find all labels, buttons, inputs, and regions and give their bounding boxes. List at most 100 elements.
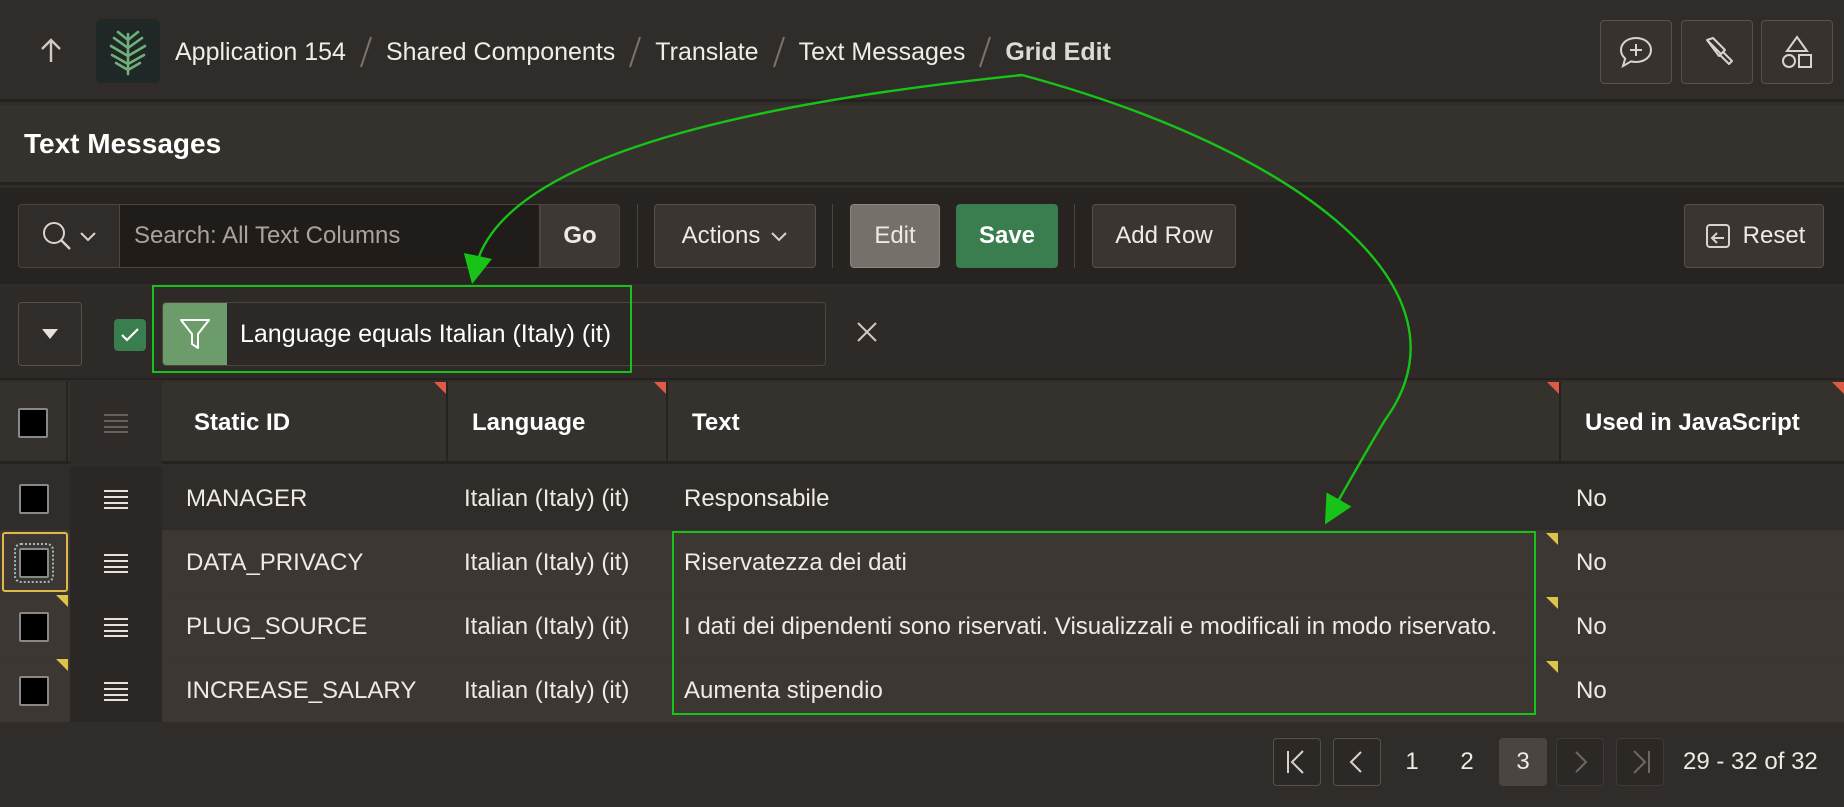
pagination-range: 29 - 32 of 32 bbox=[1683, 748, 1818, 775]
row-actions-menu[interactable] bbox=[70, 531, 162, 595]
add-row-button[interactable]: Add Row bbox=[1092, 204, 1236, 268]
cell-used-in-javascript[interactable]: No bbox=[1558, 467, 1844, 531]
row-checkbox[interactable] bbox=[19, 484, 49, 514]
filter-chip[interactable]: Language equals Italian (Italy) (it) bbox=[162, 302, 826, 366]
column-header-static-id[interactable]: Static ID bbox=[170, 382, 448, 464]
first-page-icon bbox=[1287, 750, 1304, 774]
cell-language[interactable]: Italian (Italy) (it) bbox=[446, 659, 668, 723]
actions-menu-button[interactable]: Actions bbox=[654, 204, 816, 268]
toolbar-divider bbox=[1074, 204, 1075, 268]
last-page-icon bbox=[1633, 750, 1650, 774]
search-column-selector[interactable] bbox=[18, 204, 120, 268]
table-row[interactable]: PLUG_SOURCE Italian (Italy) (it) I dati … bbox=[0, 595, 1844, 659]
required-marker bbox=[654, 382, 666, 394]
required-marker bbox=[1547, 382, 1559, 394]
region-header: Text Messages bbox=[0, 105, 1844, 185]
cell-text[interactable]: Aumenta stipendio bbox=[666, 659, 1561, 723]
table-row[interactable]: INCREASE_SALARY Italian (Italy) (it) Aum… bbox=[0, 659, 1844, 723]
page-number[interactable]: 2 bbox=[1443, 738, 1491, 786]
menu-lines-icon bbox=[104, 682, 128, 701]
select-all-checkbox[interactable] bbox=[18, 408, 48, 438]
caret-down-icon bbox=[42, 329, 58, 339]
changed-row-marker bbox=[56, 659, 68, 671]
go-button[interactable]: Go bbox=[540, 204, 620, 268]
chevron-down-icon bbox=[80, 232, 96, 242]
filter-icon bbox=[163, 303, 227, 365]
breadcrumb-separator-icon bbox=[979, 36, 992, 68]
first-page-button[interactable] bbox=[1273, 738, 1321, 786]
shapes-button[interactable] bbox=[1761, 20, 1833, 84]
grid-toolbar: Go Actions Edit Save Add Row Reset bbox=[0, 188, 1844, 284]
cell-used-in-javascript[interactable]: No bbox=[1558, 659, 1844, 723]
toolbar-divider bbox=[832, 204, 833, 268]
reset-label: Reset bbox=[1742, 222, 1806, 249]
save-button[interactable]: Save bbox=[956, 204, 1058, 268]
row-select-cell bbox=[0, 531, 68, 595]
breadcrumb-separator-icon bbox=[772, 36, 785, 68]
collapse-filters-button[interactable] bbox=[18, 302, 82, 366]
row-actions-menu[interactable] bbox=[70, 467, 162, 531]
column-label: Static ID bbox=[194, 409, 291, 436]
breadcrumb-text-messages[interactable]: Text Messages bbox=[799, 38, 966, 67]
app-header: Application 154 Shared Components Transl… bbox=[0, 0, 1844, 102]
row-actions-menu[interactable] bbox=[70, 659, 162, 723]
menu-lines-icon bbox=[104, 554, 128, 573]
apex-logo-icon[interactable] bbox=[96, 19, 160, 83]
row-checkbox[interactable] bbox=[19, 676, 49, 706]
last-page-button[interactable] bbox=[1616, 738, 1664, 786]
previous-page-button[interactable] bbox=[1333, 738, 1381, 786]
interactive-grid: Static ID Language Text Used in JavaScri… bbox=[0, 382, 1844, 723]
column-header-used-in-javascript[interactable]: Used in JavaScript bbox=[1561, 382, 1844, 464]
edit-button[interactable]: Edit bbox=[850, 204, 940, 268]
add-comment-button[interactable] bbox=[1600, 20, 1672, 84]
cell-text[interactable]: I dati dei dipendenti sono riservati. Vi… bbox=[666, 595, 1561, 659]
cell-static-id[interactable]: INCREASE_SALARY bbox=[168, 659, 448, 723]
changed-cell-marker bbox=[1546, 597, 1558, 609]
toolbar-divider bbox=[637, 204, 638, 268]
cell-language[interactable]: Italian (Italy) (it) bbox=[446, 467, 668, 531]
column-header-text[interactable]: Text bbox=[668, 382, 1561, 464]
search-group: Go bbox=[18, 204, 620, 268]
menu-lines-icon bbox=[104, 490, 128, 509]
cell-used-in-javascript[interactable]: No bbox=[1558, 595, 1844, 659]
cell-static-id[interactable]: DATA_PRIVACY bbox=[168, 531, 448, 595]
column-header-language[interactable]: Language bbox=[448, 382, 668, 464]
cell-language[interactable]: Italian (Italy) (it) bbox=[446, 531, 668, 595]
filter-text: Language equals Italian (Italy) (it) bbox=[240, 320, 612, 348]
search-input[interactable] bbox=[120, 204, 540, 268]
cell-text[interactable]: Riservatezza dei dati bbox=[666, 531, 1561, 595]
cell-static-id[interactable]: MANAGER bbox=[168, 467, 448, 531]
next-page-button[interactable] bbox=[1556, 738, 1604, 786]
reset-button[interactable]: Reset bbox=[1684, 204, 1824, 268]
table-row[interactable]: MANAGER Italian (Italy) (it) Responsabil… bbox=[0, 467, 1844, 531]
chevron-down-icon bbox=[771, 232, 788, 242]
column-label: Used in JavaScript bbox=[1585, 409, 1800, 436]
region-title: Text Messages bbox=[24, 128, 222, 159]
cell-language[interactable]: Italian (Italy) (it) bbox=[446, 595, 668, 659]
page-number[interactable]: 1 bbox=[1388, 738, 1436, 786]
cell-text[interactable]: Responsabile bbox=[666, 467, 1561, 531]
breadcrumb-grid-edit: Grid Edit bbox=[1005, 37, 1111, 66]
breadcrumb-separator-icon bbox=[360, 36, 372, 68]
breadcrumb-translate[interactable]: Translate bbox=[655, 38, 758, 67]
filter-bar: Language equals Italian (Italy) (it) bbox=[0, 287, 1844, 380]
table-row[interactable]: DATA_PRIVACY Italian (Italy) (it) Riserv… bbox=[0, 531, 1844, 595]
up-arrow-icon[interactable] bbox=[36, 36, 66, 66]
shapes-icon bbox=[1782, 35, 1812, 68]
row-checkbox[interactable] bbox=[19, 612, 49, 642]
cell-static-id[interactable]: PLUG_SOURCE bbox=[168, 595, 448, 659]
breadcrumb-shared-components[interactable]: Shared Components bbox=[386, 38, 615, 67]
cell-used-in-javascript[interactable]: No bbox=[1558, 531, 1844, 595]
row-actions-menu[interactable] bbox=[70, 595, 162, 659]
page-number-current[interactable]: 3 bbox=[1499, 738, 1547, 786]
breadcrumb-application[interactable]: Application 154 bbox=[175, 38, 346, 67]
developer-tools-button[interactable] bbox=[1681, 20, 1753, 84]
changed-cell-marker bbox=[1546, 533, 1558, 545]
menu-lines-icon bbox=[104, 618, 128, 637]
search-icon bbox=[43, 222, 71, 250]
remove-filter-button[interactable] bbox=[849, 314, 885, 350]
select-all-cell bbox=[0, 382, 68, 464]
actions-label: Actions bbox=[681, 222, 761, 249]
filter-enabled-checkbox[interactable] bbox=[114, 319, 146, 351]
menu-lines-icon bbox=[104, 414, 128, 433]
